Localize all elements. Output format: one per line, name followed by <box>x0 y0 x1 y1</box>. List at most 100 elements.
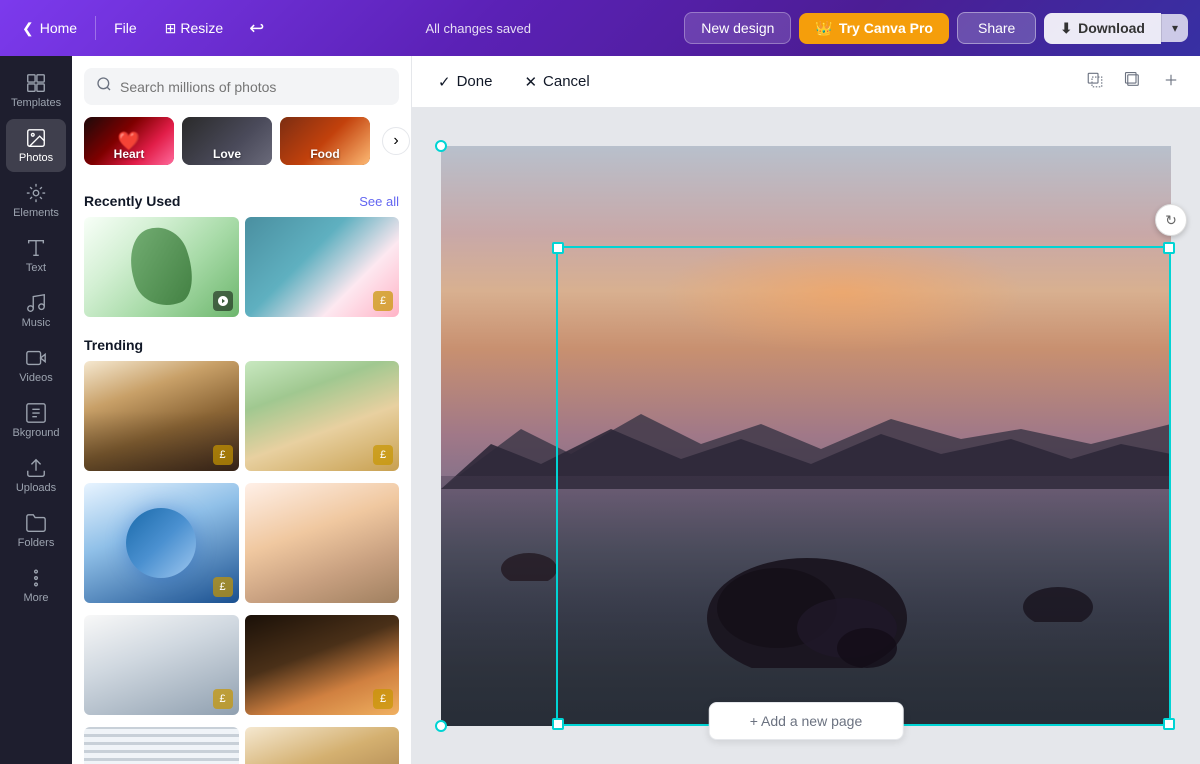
see-all-link[interactable]: See all <box>359 194 399 209</box>
trending-badge-1: £ <box>213 445 233 465</box>
trending-grid-1: £ £ <box>84 361 399 471</box>
search-icon <box>96 76 112 97</box>
folders-label: Folders <box>18 537 55 549</box>
search-input[interactable] <box>120 79 387 95</box>
trending-photo-2[interactable]: £ <box>245 361 400 471</box>
resize-icon: ⊞ <box>165 20 177 37</box>
search-container <box>72 56 411 113</box>
crown-icon: 👑 <box>815 20 832 37</box>
trending-title: Trending <box>84 337 143 353</box>
more-icon <box>25 567 47 589</box>
photos-panel: ❤️ Heart Love Food › Recently Used See a… <box>72 56 412 764</box>
elements-icon <box>25 182 47 204</box>
design-canvas[interactable]: ↻ <box>441 146 1171 726</box>
trending-photo-7[interactable] <box>84 727 239 764</box>
duplicate-button[interactable] <box>1120 67 1146 96</box>
undo-button[interactable]: ↩ <box>241 12 272 45</box>
sidebar-item-background[interactable]: Bkground <box>6 394 66 447</box>
category-chip-food[interactable]: Food <box>280 117 370 165</box>
uploads-label: Uploads <box>16 482 56 494</box>
sidebar-item-elements[interactable]: Elements <box>6 174 66 227</box>
trending-badge-3: £ <box>213 577 233 597</box>
done-label: Done <box>457 73 493 90</box>
home-button[interactable]: ❮ Home <box>12 14 87 43</box>
resize-label: Resize <box>180 20 223 36</box>
trending-photo-5[interactable]: £ <box>84 615 239 715</box>
sidebar-icons: Templates Photos Elements Text <box>0 56 72 764</box>
trending-photo-8[interactable] <box>245 727 400 764</box>
top-nav: ❮ Home File ⊞ Resize ↩ All changes saved… <box>0 0 1200 56</box>
text-label: Text <box>26 262 46 274</box>
photo-badge-1 <box>213 291 233 311</box>
trending-grid-4 <box>84 727 399 764</box>
trending-grid-2: £ <box>84 483 399 603</box>
sidebar-item-more[interactable]: More <box>6 559 66 612</box>
check-icon: ✓ <box>438 73 451 91</box>
cancel-label: Cancel <box>543 73 590 90</box>
file-label: File <box>114 20 137 36</box>
trending-badge-5: £ <box>213 689 233 709</box>
x-icon: ✕ <box>524 73 537 91</box>
category-chip-love[interactable]: Love <box>182 117 272 165</box>
sidebar-item-text[interactable]: Text <box>6 229 66 282</box>
trending-section-header: Trending <box>84 329 399 361</box>
done-button[interactable]: ✓ Done <box>428 67 502 97</box>
trending-photo-4[interactable] <box>245 483 400 603</box>
category-chip-heart[interactable]: ❤️ Heart <box>84 117 174 165</box>
uploads-icon <box>25 457 47 479</box>
trending-photo-3[interactable]: £ <box>84 483 239 603</box>
canvas-content[interactable]: ↻ + Add a new page <box>412 108 1200 764</box>
trending-badge-2: £ <box>373 445 393 465</box>
canvas-scroll: ↻ + Add a new page <box>412 108 1200 764</box>
new-design-label: New design <box>701 20 774 36</box>
main-area: Templates Photos Elements Text <box>0 56 1200 764</box>
trending-photo-1[interactable]: £ <box>84 361 239 471</box>
chevron-right-icon: › <box>393 132 398 150</box>
videos-label: Videos <box>19 372 52 384</box>
chip-heart-label: Heart <box>114 147 145 161</box>
music-icon <box>25 292 47 314</box>
cancel-button[interactable]: ✕ Cancel <box>514 67 599 97</box>
recently-used-section-header: Recently Used See all <box>84 185 399 217</box>
nav-divider <box>95 16 96 40</box>
templates-icon <box>25 72 47 94</box>
chips-next-button[interactable]: › <box>382 127 410 155</box>
videos-icon <box>25 347 47 369</box>
trending-photo-6[interactable]: £ <box>245 615 400 715</box>
trending-badge-6: £ <box>373 689 393 709</box>
add-page-button[interactable]: + Add a new page <box>709 702 904 740</box>
file-button[interactable]: File <box>104 14 147 42</box>
sidebar-item-uploads[interactable]: Uploads <box>6 449 66 502</box>
background-icon <box>25 402 47 424</box>
folders-icon <box>25 512 47 534</box>
category-chips: ❤️ Heart Love Food › <box>72 113 411 173</box>
home-label: Home <box>40 20 77 36</box>
download-caret-button[interactable]: ▾ <box>1161 14 1188 42</box>
resize-button[interactable]: ⊞ Resize <box>155 14 234 43</box>
try-canva-label: Try Canva Pro <box>839 20 933 36</box>
chip-love-label: Love <box>213 147 241 161</box>
try-canva-button[interactable]: 👑 Try Canva Pro <box>799 13 949 44</box>
copy-frame-button[interactable] <box>1082 67 1108 96</box>
download-button-group: ⬇ Download ▾ <box>1044 13 1188 44</box>
chip-food-label: Food <box>310 147 339 161</box>
sidebar-item-music[interactable]: Music <box>6 284 66 337</box>
sidebar-item-folders[interactable]: Folders <box>6 504 66 557</box>
action-bar: ✓ Done ✕ Cancel <box>412 56 1200 108</box>
recent-photo-1[interactable] <box>84 217 239 317</box>
sidebar-item-photos[interactable]: Photos <box>6 119 66 172</box>
recently-used-grid: £ <box>84 217 399 317</box>
search-wrapper <box>84 68 399 105</box>
photos-panel-content: Recently Used See all £ <box>72 173 411 764</box>
share-button[interactable]: Share <box>957 12 1036 44</box>
undo-icon: ↩ <box>249 18 264 38</box>
add-button[interactable] <box>1158 67 1184 96</box>
templates-label: Templates <box>11 97 61 109</box>
canvas-area: ✓ Done ✕ Cancel <box>412 56 1200 764</box>
new-design-button[interactable]: New design <box>684 12 791 44</box>
recent-photo-2[interactable]: £ <box>245 217 400 317</box>
sidebar-item-videos[interactable]: Videos <box>6 339 66 392</box>
sidebar-item-templates[interactable]: Templates <box>6 64 66 117</box>
download-icon: ⬇ <box>1060 20 1072 37</box>
download-button[interactable]: ⬇ Download <box>1044 13 1161 44</box>
